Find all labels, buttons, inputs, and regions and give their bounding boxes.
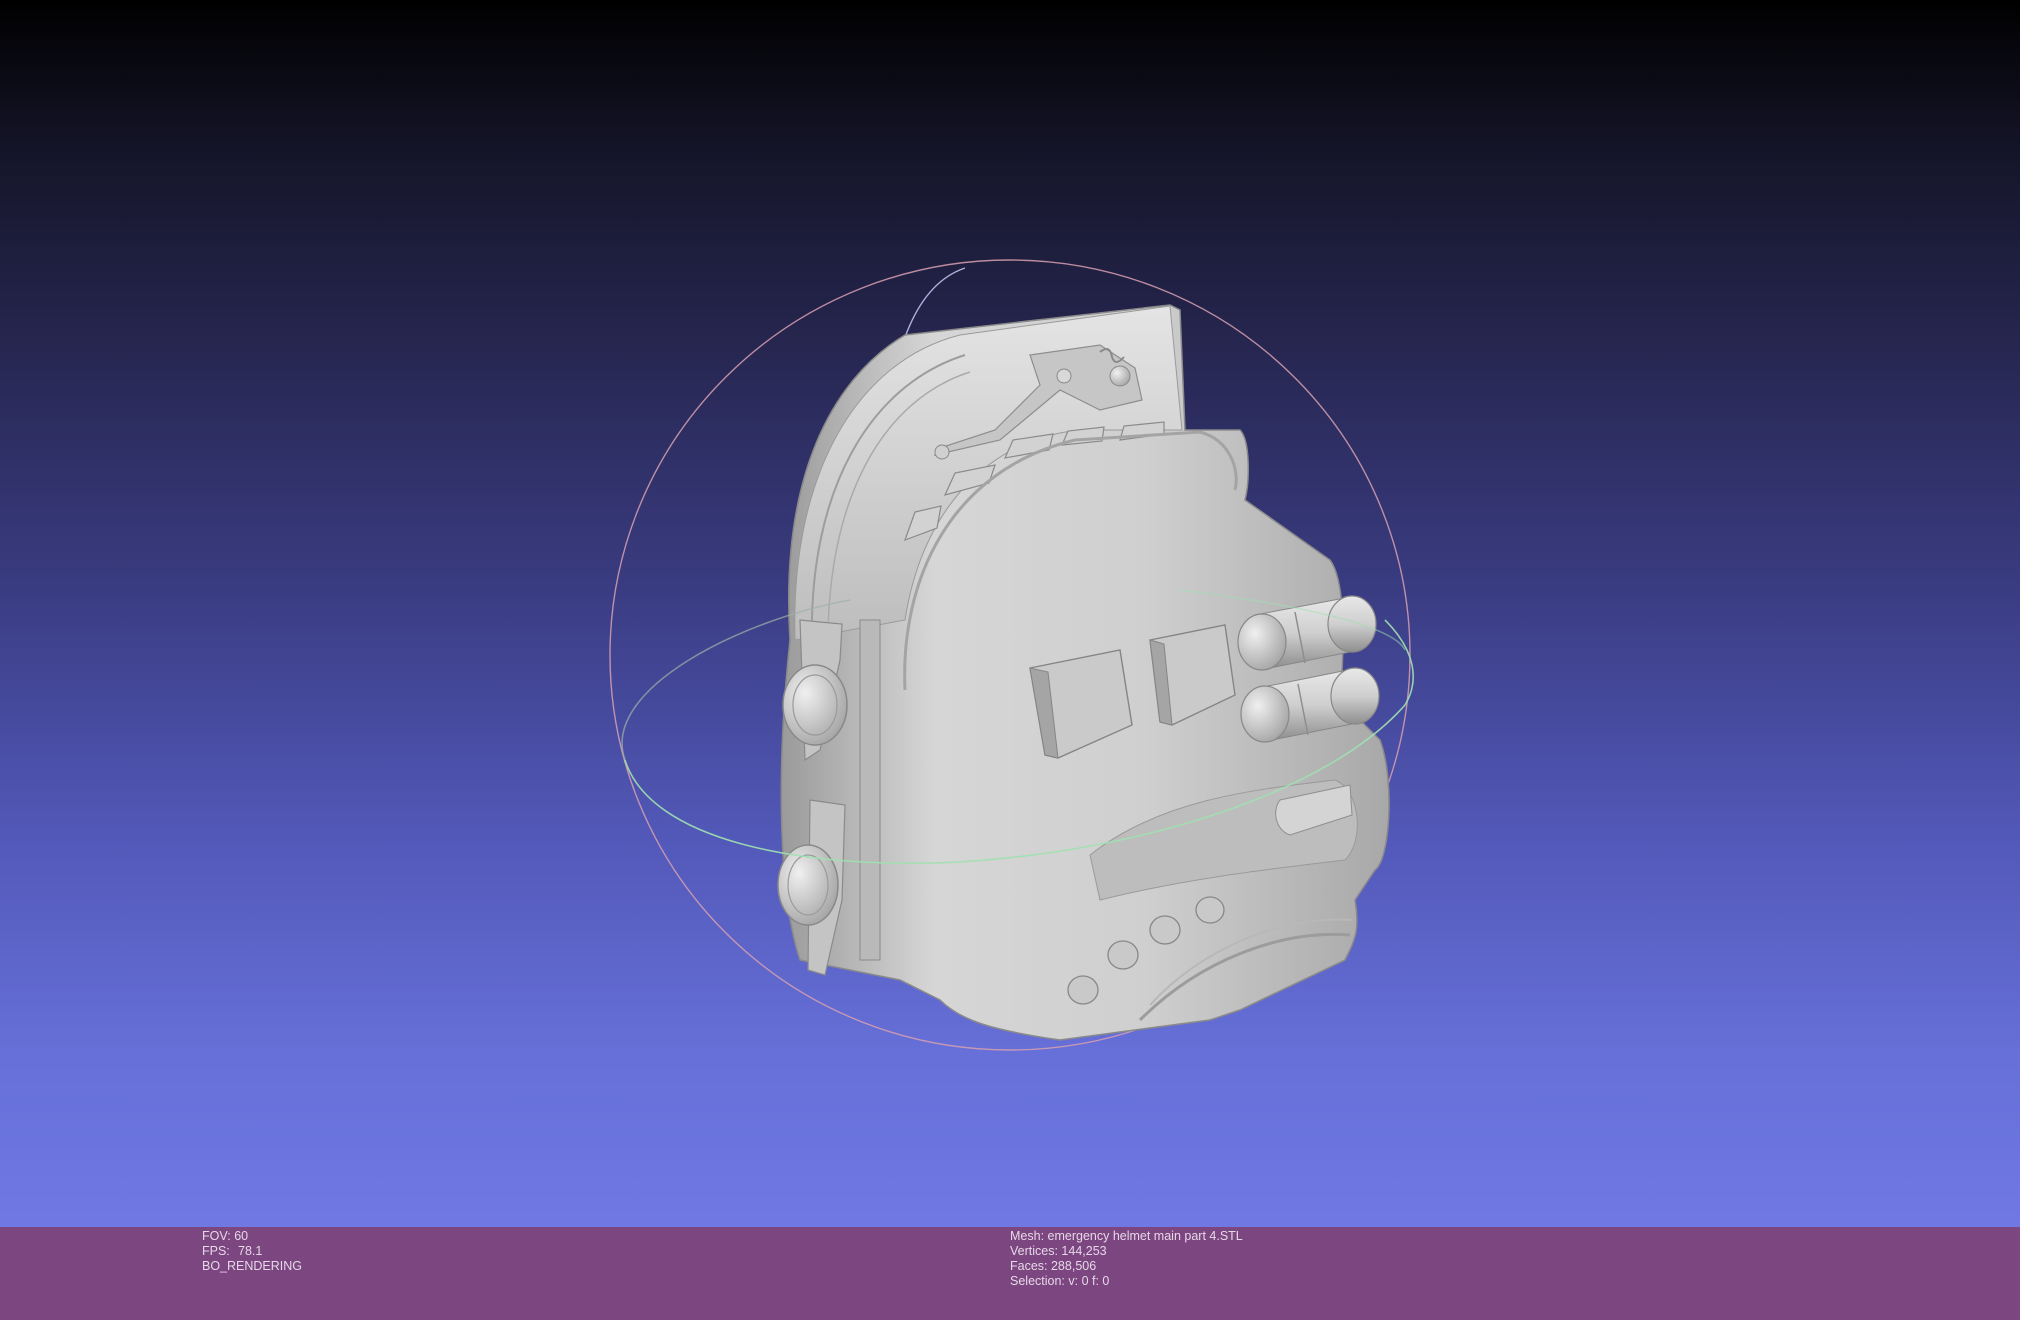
3d-viewport[interactable] bbox=[0, 0, 2020, 1227]
view-info: FOV: 60 FPS: 78.1 BO_RENDERING bbox=[202, 1229, 302, 1274]
mesh-info: Mesh: emergency helmet main part 4.STL V… bbox=[1010, 1229, 1243, 1289]
mesh-name: Mesh: emergency helmet main part 4.STL bbox=[1010, 1229, 1243, 1243]
face-count: Faces: 288,506 bbox=[1010, 1259, 1097, 1273]
selection-info: Selection: v: 0 f: 0 bbox=[1010, 1274, 1110, 1288]
status-bar: FOV: 60 FPS: 78.1 BO_RENDERING Mesh: emer… bbox=[0, 1227, 2020, 1320]
fps-readout: FPS: 78.1 bbox=[202, 1244, 263, 1258]
fov-readout: FOV: 60 bbox=[202, 1229, 249, 1243]
vertex-count: Vertices: 144,253 bbox=[1010, 1244, 1107, 1258]
helmet-mesh[interactable] bbox=[777, 304, 1390, 1041]
render-mode: BO_RENDERING bbox=[202, 1259, 303, 1273]
model-canvas[interactable] bbox=[0, 0, 2020, 1227]
